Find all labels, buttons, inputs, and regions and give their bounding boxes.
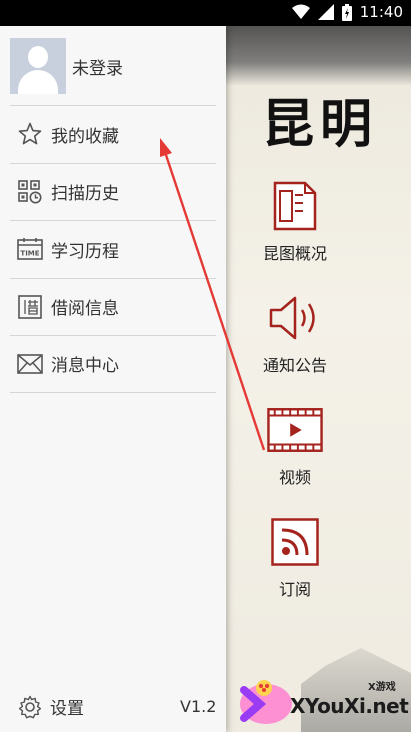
menu-item-favorites[interactable]: 我的收藏 bbox=[10, 105, 216, 163]
grid-item-notice[interactable]: 通知公告 bbox=[250, 290, 340, 376]
grid-item-subscribe[interactable]: 订阅 bbox=[250, 514, 340, 600]
grid-item-video[interactable]: 视频 bbox=[250, 402, 340, 488]
user-profile[interactable]: 未登录 bbox=[10, 38, 216, 94]
header-banner-image bbox=[226, 26, 411, 86]
watermark-small-text: X游戏 bbox=[368, 682, 396, 693]
star-icon bbox=[17, 121, 43, 147]
library-app-home: 昆明 昆图概况 馆 通知公告 视频 有 订阅 bbox=[226, 26, 411, 732]
qr-history-icon bbox=[17, 179, 43, 205]
video-icon bbox=[267, 402, 323, 458]
svg-text:TIME: TIME bbox=[20, 250, 39, 258]
speaker-icon bbox=[267, 290, 323, 346]
signal-icon bbox=[317, 4, 334, 20]
menu-item-learning-history[interactable]: TIME 学习历程 bbox=[10, 220, 216, 278]
borrow-icon bbox=[17, 294, 43, 320]
status-icons: 11:40 bbox=[291, 3, 403, 21]
status-time: 11:40 bbox=[359, 3, 403, 21]
library-overview-icon bbox=[267, 178, 323, 234]
grid-item-label: 昆图概况 bbox=[262, 244, 327, 263]
partial-icon bbox=[403, 402, 411, 458]
grid-item-label: 有 bbox=[386, 464, 411, 488]
grid-item-partial-2[interactable]: 有 bbox=[386, 402, 411, 488]
watermark-brand: XYouXi.net bbox=[290, 694, 409, 718]
rss-icon bbox=[267, 514, 323, 570]
status-bar: 11:40 bbox=[0, 0, 411, 26]
watermark: X游戏 XYouXi.net bbox=[236, 676, 409, 728]
grid-item-partial-1[interactable]: 馆 bbox=[386, 178, 411, 264]
grid-item-label: 通知公告 bbox=[262, 356, 327, 375]
wifi-icon bbox=[291, 4, 310, 19]
grid-item-label: 订阅 bbox=[278, 580, 311, 599]
settings-label: 设置 bbox=[50, 699, 84, 719]
watermark-logo-icon bbox=[240, 680, 292, 724]
menu-item-scan-history[interactable]: 扫描历史 bbox=[10, 162, 216, 221]
menu-item-message-center[interactable]: 消息中心 bbox=[10, 335, 216, 393]
menu-item-label: 消息中心 bbox=[51, 356, 119, 377]
menu-item-label: 学习历程 bbox=[51, 241, 119, 262]
avatar[interactable] bbox=[10, 38, 66, 94]
settings-button[interactable]: 设置 bbox=[18, 694, 84, 719]
menu-item-label: 扫描历史 bbox=[51, 184, 119, 205]
menu-item-borrow-info[interactable]: 借阅信息 bbox=[10, 277, 216, 336]
menu-item-label: 借阅信息 bbox=[51, 299, 119, 320]
grid-item-label: 视频 bbox=[278, 468, 311, 487]
gear-icon bbox=[18, 695, 42, 718]
time-icon: TIME bbox=[17, 236, 43, 262]
mail-icon bbox=[17, 351, 43, 377]
partial-icon bbox=[403, 178, 411, 234]
grid-item-overview[interactable]: 昆图概况 bbox=[250, 178, 340, 264]
app-version: V1.2 bbox=[180, 697, 217, 716]
user-status-label: 未登录 bbox=[72, 58, 123, 79]
menu-item-label: 我的收藏 bbox=[51, 126, 119, 147]
battery-icon bbox=[341, 3, 352, 21]
grid-item-label: 馆 bbox=[386, 240, 411, 264]
app-brand-title: 昆明 bbox=[262, 94, 379, 155]
drawer-menu: 我的收藏 扫描历史 TIME 学习历程 借阅信息 消息中心 bbox=[10, 105, 216, 393]
navigation-drawer: 未登录 我的收藏 扫描历史 TIME 学习历程 借阅信息 消息中心 设置 V1.… bbox=[0, 26, 226, 732]
